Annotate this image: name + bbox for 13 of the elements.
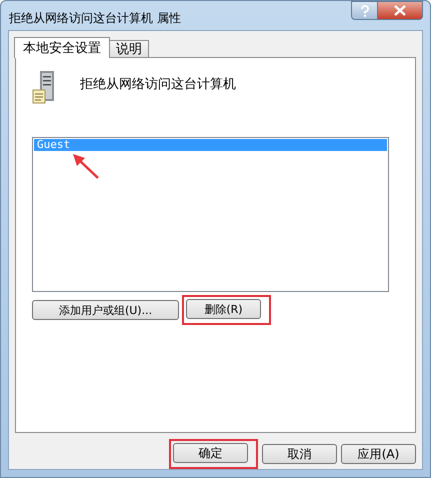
window-title: 拒绝从网络访问这台计算机 属性: [9, 10, 181, 27]
tab[interactable]: 说明: [109, 40, 149, 57]
dialog-button[interactable]: 确定: [173, 443, 248, 463]
policy-title: 拒绝从网络访问这台计算机: [80, 76, 236, 93]
help-icon: [360, 4, 370, 16]
dialog-button[interactable]: 删除(R): [186, 299, 261, 319]
dialog-button[interactable]: 应用(A): [341, 444, 416, 464]
dialog-button[interactable]: 添加用户或组(U)...: [32, 300, 179, 320]
dialog-button[interactable]: 取消: [262, 444, 337, 464]
help-button[interactable]: [351, 1, 378, 20]
tab[interactable]: 本地安全设置: [14, 37, 110, 58]
close-icon: [394, 5, 406, 16]
close-button[interactable]: [378, 1, 423, 20]
